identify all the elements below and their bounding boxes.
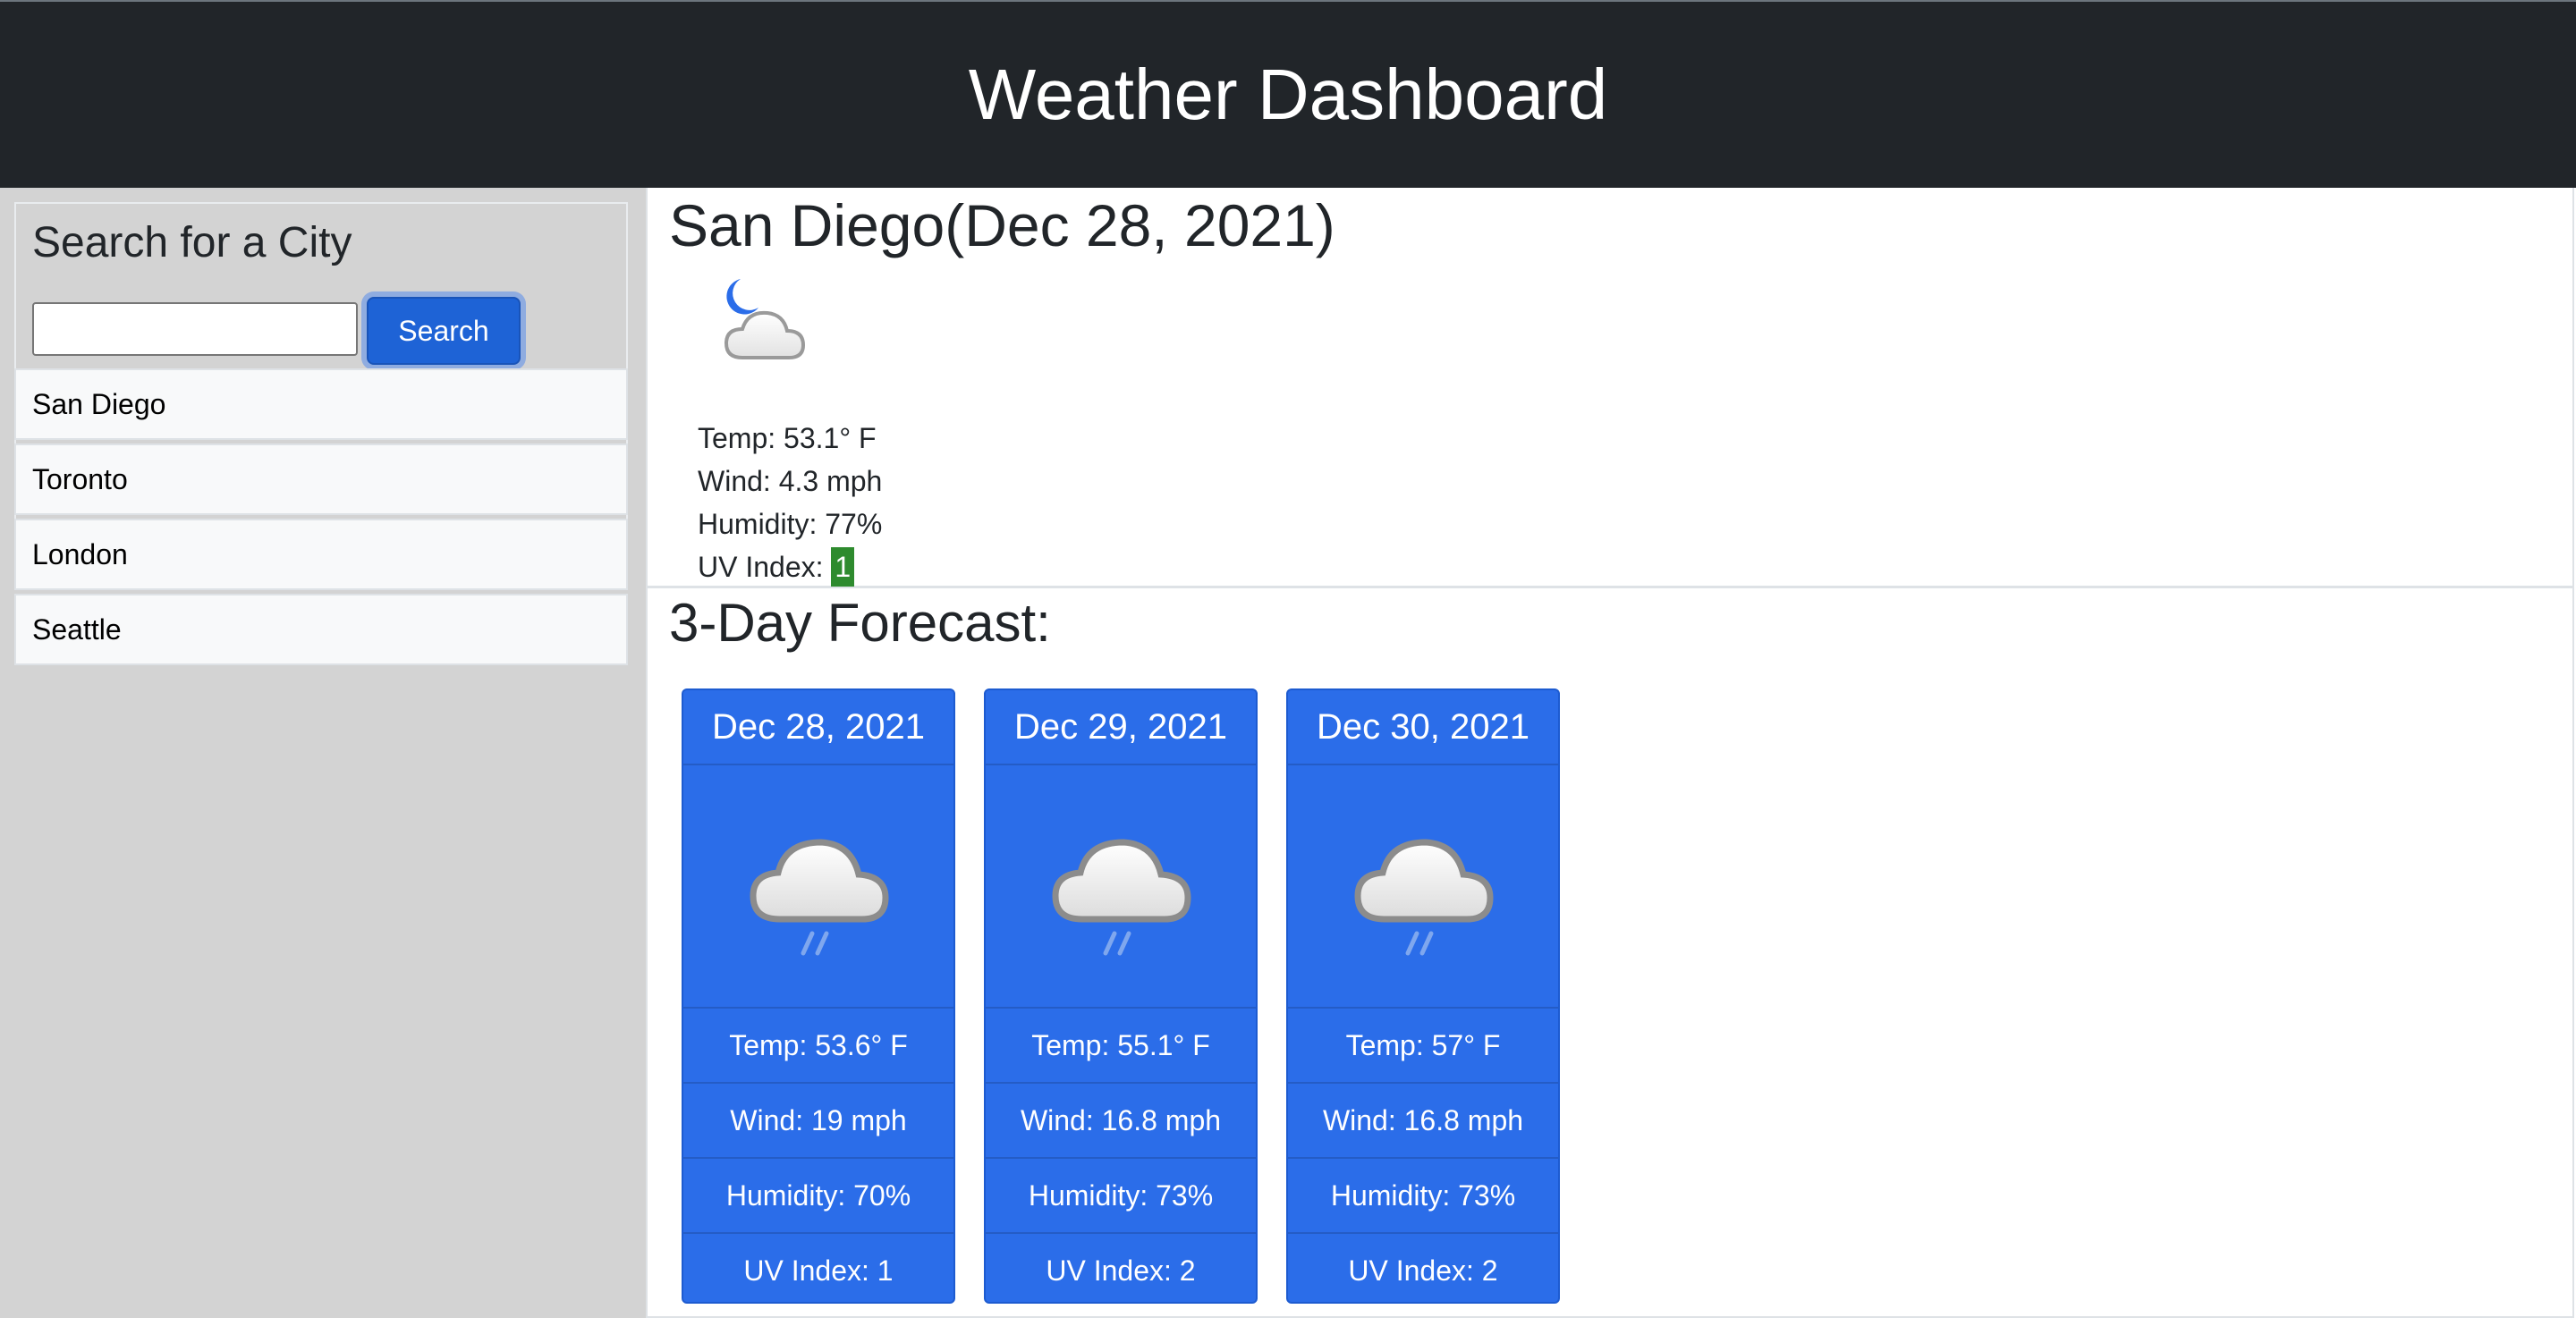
forecast-temp: Temp: 53.6° F [683, 1009, 953, 1084]
page-header: Weather Dashboard [0, 0, 2576, 188]
search-title: Search for a City [32, 219, 352, 266]
forecast-panel: 3-Day Forecast: Dec 28, 2021 Temp: 53.6°… [646, 588, 2574, 1318]
uv-index-badge: 1 [831, 547, 855, 587]
forecast-icon-area [1288, 765, 1558, 1009]
forecast-date: Dec 28, 2021 [683, 690, 953, 765]
sidebar: Search for a City Search San Diego Toron… [0, 188, 646, 1318]
current-uv-label: UV Index: [698, 551, 832, 583]
forecast-wind: Wind: 16.8 mph [1288, 1084, 1558, 1159]
current-uv-row: UV Index: 1 [698, 545, 882, 588]
forecast-card: Dec 30, 2021 Temp: 57° F Wind: 16.8 mph … [1286, 688, 1560, 1304]
rain-cloud-icon [1052, 839, 1191, 956]
forecast-uv: UV Index: 1 [743, 1254, 894, 1287]
forecast-icon-area [986, 765, 1256, 1009]
current-stats: Temp: 53.1° F Wind: 4.3 mph Humidity: 77… [698, 417, 882, 588]
history-item-san-diego[interactable]: San Diego [14, 368, 628, 440]
forecast-title: 3-Day Forecast: [669, 593, 1051, 653]
forecast-uv: UV Index: 2 [1046, 1254, 1196, 1287]
history-item-toronto[interactable]: Toronto [14, 443, 628, 515]
search-button[interactable]: Search [367, 297, 521, 365]
page-title: Weather Dashboard [968, 55, 1608, 134]
forecast-date: Dec 29, 2021 [986, 690, 1256, 765]
forecast-date: Dec 30, 2021 [1288, 690, 1558, 765]
moon-cloud-icon [724, 279, 806, 359]
search-history-list: San Diego Toronto London Seattle [14, 368, 628, 669]
forecast-humidity: Humidity: 73% [1288, 1159, 1558, 1234]
forecast-humidity: Humidity: 73% [986, 1159, 1256, 1234]
current-city-heading: San Diego(Dec 28, 2021) [669, 192, 1335, 258]
forecast-temp: Temp: 55.1° F [986, 1009, 1256, 1084]
forecast-uv: UV Index: 2 [1348, 1254, 1498, 1287]
forecast-wind: Wind: 19 mph [683, 1084, 953, 1159]
forecast-temp: Temp: 57° F [1288, 1009, 1558, 1084]
forecast-humidity: Humidity: 70% [683, 1159, 953, 1234]
forecast-wind: Wind: 16.8 mph [986, 1084, 1256, 1159]
rain-cloud-icon [750, 839, 889, 956]
history-item-london[interactable]: London [14, 519, 628, 590]
current-temp: Temp: 53.1° F [698, 422, 877, 454]
forecast-icon-area [683, 765, 953, 1009]
history-item-seattle[interactable]: Seattle [14, 594, 628, 665]
forecast-card: Dec 28, 2021 Temp: 53.6° F Wind: 19 mph … [682, 688, 955, 1304]
current-weather-panel: San Diego(Dec 28, 2021) Temp: 53.1° F Wi… [646, 188, 2574, 588]
forecast-card: Dec 29, 2021 Temp: 55.1° F Wind: 16.8 mp… [984, 688, 1258, 1304]
city-search-input[interactable] [32, 302, 358, 356]
rain-cloud-icon [1354, 839, 1494, 956]
current-humidity: Humidity: 77% [698, 508, 883, 540]
current-wind: Wind: 4.3 mph [698, 465, 883, 497]
